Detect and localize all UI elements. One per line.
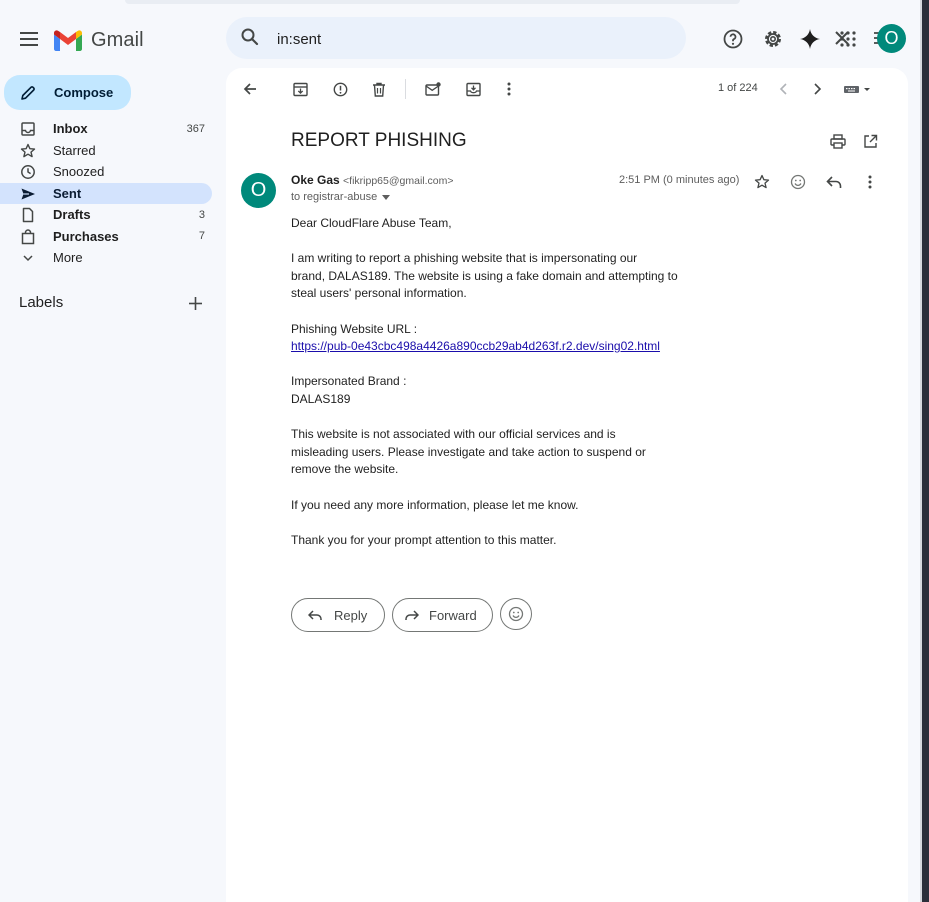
brand-label: Impersonated Brand : <box>291 374 407 389</box>
inbox-icon <box>21 122 35 136</box>
desktop-edge <box>920 0 929 902</box>
star-icon <box>20 143 36 157</box>
phishing-url-link[interactable]: https://pub-0e43cbc498a4426a890ccb29ab4d… <box>291 339 660 353</box>
labels-heading: Labels <box>19 294 64 311</box>
keyboard-input-icon[interactable] <box>843 80 873 98</box>
sender-name[interactable]: Oke Gas <box>291 173 340 187</box>
reply-label: Reply <box>334 607 368 623</box>
sidebar-item-inbox[interactable]: Inbox 367 <box>0 118 212 140</box>
closing-paragraph: Thank you for your prompt attention to t… <box>291 532 557 547</box>
forward-icon <box>405 609 419 620</box>
body-line: remove the website. <box>291 462 399 477</box>
search-bar <box>226 17 892 59</box>
recipient-text: to registrar-abuse <box>291 191 378 203</box>
sidebar-item-count: 7 <box>198 230 205 243</box>
sidebar-item-label: Starred <box>53 142 96 158</box>
sender-line: Oke Gas <fikripp65@gmail.com> <box>291 173 454 187</box>
back-arrow-icon[interactable] <box>240 80 260 98</box>
draft-file-icon <box>22 207 34 223</box>
message-more-options-icon[interactable] <box>860 172 880 192</box>
body-paragraph: I am writing to report a phishing websit… <box>291 250 711 303</box>
brand-paragraph: Impersonated Brand : DALAS189 <box>291 373 711 408</box>
sidebar-item-label: Drafts <box>53 207 91 223</box>
forward-label: Forward <box>429 607 477 623</box>
top-strip <box>125 0 740 4</box>
greeting: Dear CloudFlare Abuse Team, <box>291 216 452 230</box>
body-line: misleading users. Please investigate and… <box>291 444 646 459</box>
url-label: Phishing Website URL : <box>291 321 418 336</box>
main-menu-icon[interactable] <box>14 25 44 53</box>
report-spam-icon[interactable] <box>330 80 350 98</box>
sidebar-item-label: Sent <box>53 185 82 201</box>
body-paragraph: If you need any more information, please… <box>291 497 579 512</box>
forward-button[interactable]: Forward <box>392 598 493 632</box>
sidebar-item-label: Purchases <box>53 228 119 244</box>
smiley-icon <box>508 606 524 622</box>
sidebar-item-count: 367 <box>186 122 205 135</box>
gmail-logo[interactable]: Gmail <box>54 27 144 53</box>
reply-arrow-icon[interactable] <box>824 172 844 192</box>
sidebar-item-label: Inbox <box>53 121 88 137</box>
sidebar-item-drafts[interactable]: Drafts 3 <box>0 204 212 226</box>
help-icon[interactable] <box>720 26 746 52</box>
body-line: steal users' personal information. <box>291 286 467 301</box>
search-input[interactable] <box>275 26 599 52</box>
account-avatar[interactable]: O <box>877 24 906 53</box>
more-options-icon[interactable] <box>499 80 519 98</box>
email-timestamp: 2:51 PM (0 minutes ago) <box>619 174 740 186</box>
apps-grid-icon[interactable] <box>835 26 861 52</box>
pencil-icon <box>21 85 35 100</box>
compose-button[interactable]: Compose <box>4 75 131 110</box>
search-icon[interactable] <box>240 27 260 47</box>
body-paragraph: This website is not associated with our … <box>291 426 711 479</box>
body-line: brand, DALAS189. The website is using a … <box>291 268 678 283</box>
sender-avatar[interactable]: O <box>241 173 276 208</box>
send-icon <box>21 188 35 199</box>
clock-icon <box>21 165 35 179</box>
newer-chevron-left-icon[interactable] <box>773 80 793 98</box>
reply-icon <box>308 609 322 620</box>
older-chevron-right-icon[interactable] <box>808 80 828 98</box>
chevron-down-icon <box>23 255 33 262</box>
reply-button[interactable]: Reply <box>291 598 385 632</box>
toolbar-divider <box>405 79 406 99</box>
add-label-icon[interactable] <box>186 294 204 312</box>
star-message-icon[interactable] <box>752 172 772 192</box>
body-line: This website is not associated with our … <box>291 427 616 442</box>
gmail-wordmark: Gmail <box>91 28 144 51</box>
sidebar-item-label: Snoozed <box>53 164 105 180</box>
sidebar-item-sent[interactable]: Sent <box>0 182 212 204</box>
emoji-reaction-button[interactable] <box>500 598 532 630</box>
url-paragraph: Phishing Website URL : https://pub-0e43c… <box>291 321 711 356</box>
sidebar-item-label: More <box>53 250 83 266</box>
sender-email: <fikripp65@gmail.com> <box>343 175 454 187</box>
recipient-details-caret-icon[interactable] <box>382 194 391 200</box>
move-to-icon[interactable] <box>463 80 483 98</box>
brand-value: DALAS189 <box>291 391 351 406</box>
pagination-count: 1 of 224 <box>718 82 758 94</box>
archive-icon[interactable] <box>290 80 310 98</box>
open-new-window-icon[interactable] <box>860 131 880 151</box>
sidebar-item-count: 3 <box>198 208 205 221</box>
gemini-sparkle-icon[interactable] <box>797 26 823 52</box>
body-line: I am writing to report a phishing websit… <box>291 251 638 266</box>
email-body: Dear CloudFlare Abuse Team, I am writing… <box>291 215 711 567</box>
mark-unread-icon[interactable] <box>423 80 443 98</box>
print-icon[interactable] <box>828 131 848 151</box>
recipient-line[interactable]: to registrar-abuse <box>291 191 391 203</box>
sidebar-item-snoozed[interactable]: Snoozed <box>0 161 212 183</box>
add-reaction-emoji-icon[interactable] <box>788 172 808 192</box>
shopping-bag-icon <box>21 228 35 244</box>
gmail-m-icon <box>54 29 82 51</box>
email-subject: REPORT PHISHING <box>291 130 467 151</box>
sidebar-item-more[interactable]: More <box>0 247 212 269</box>
sidebar-item-starred[interactable]: Starred <box>0 140 212 162</box>
sidebar-nav: Inbox 367 Starred Snoozed Sent Drafts 3 … <box>0 118 212 269</box>
settings-gear-icon[interactable] <box>760 26 786 52</box>
compose-label: Compose <box>54 85 114 100</box>
delete-trash-icon[interactable] <box>369 80 389 98</box>
sidebar-item-purchases[interactable]: Purchases 7 <box>0 226 212 248</box>
